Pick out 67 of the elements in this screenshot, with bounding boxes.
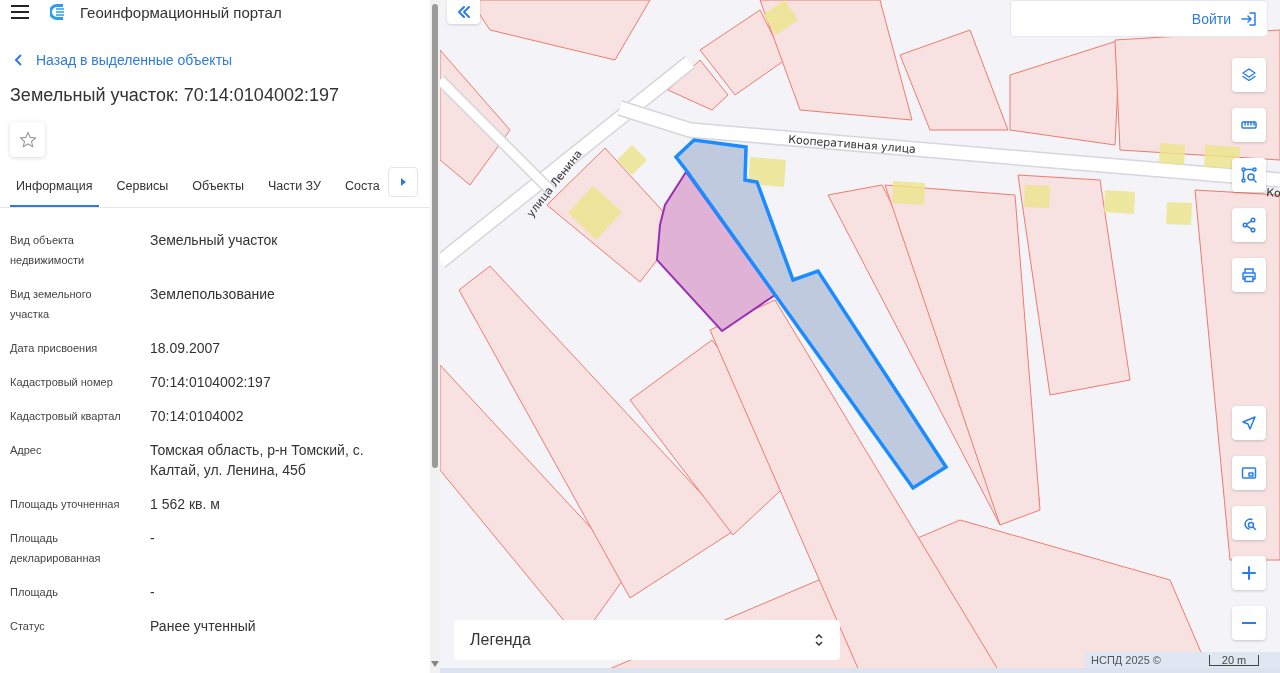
street-label: Ко: [1265, 186, 1280, 201]
collapse-panel-button[interactable]: [447, 0, 480, 24]
attribute-label: Вид земельного участка: [10, 287, 93, 322]
attribute-value: 1 562 кв. м: [150, 495, 221, 514]
login-icon: [1241, 10, 1257, 27]
attribute-value: Томская область, р-н Томский, с. Калтай, ул. Ленина, 45б: [150, 441, 365, 480]
legend-dropdown[interactable]: Легенда: [454, 620, 840, 660]
tab[interactable]: Части ЗУ: [261, 173, 327, 207]
double-chevron-left-icon: [455, 4, 472, 20]
tabs-next-button[interactable]: [387, 167, 418, 197]
attribute-value: -: [150, 529, 156, 548]
minus-icon: [1242, 622, 1256, 624]
scroll-down-arrow-icon[interactable]: [431, 661, 439, 667]
tab[interactable]: Объекты: [186, 173, 250, 207]
attribute-value: -: [150, 583, 156, 602]
attribute-value: Землепользование: [150, 285, 276, 304]
attribute-label: Площадь: [10, 585, 59, 600]
layers-button[interactable]: [1232, 58, 1266, 92]
select-search-icon: [1241, 167, 1257, 183]
logo-icon: [50, 4, 66, 20]
print-button[interactable]: [1232, 258, 1266, 292]
menu-icon[interactable]: [10, 4, 30, 20]
share-button[interactable]: [1232, 208, 1266, 242]
login-button[interactable]: Войти: [1010, 0, 1268, 37]
attribute-label: Кадастровый квартал: [10, 409, 122, 424]
portal-title: Геоинформационный портал: [80, 3, 282, 21]
attribute-value: 70:14:0104002: [150, 407, 245, 426]
scrollbar[interactable]: [430, 0, 440, 673]
caret-right-icon: [399, 178, 406, 186]
attribute-value: Ранее учтенный: [150, 617, 257, 636]
tab[interactable]: Соста: [339, 173, 386, 207]
object-title: Земельный участок: 70:14:0104002:197: [10, 85, 340, 106]
ruler-button[interactable]: [1232, 108, 1266, 142]
scale-bar: 20 m: [1209, 654, 1259, 666]
favorite-button[interactable]: [10, 122, 45, 157]
star-icon: [18, 130, 37, 149]
location-search-icon: [1241, 515, 1257, 531]
attribute-label: Вид объекта недвижимости: [10, 233, 86, 268]
attribute-label: Статус: [10, 619, 46, 634]
tab[interactable]: Сервисы: [110, 173, 175, 207]
attribute-value: 70:14:0104002:197: [150, 373, 272, 392]
back-link[interactable]: Назад в выделенные объекты: [0, 52, 430, 68]
location-search-button[interactable]: [1232, 506, 1266, 540]
attribute-value: Земельный участок: [150, 231, 279, 250]
attribute-label: Адрес: [10, 443, 43, 458]
attribute-label: Площадь декларированная: [10, 531, 102, 566]
navigation-button[interactable]: [1232, 406, 1266, 440]
tab[interactable]: Информация: [10, 173, 99, 207]
zoom-in-button[interactable]: [1232, 556, 1266, 590]
up-down-chevron-icon: [814, 632, 824, 648]
share-icon: [1241, 217, 1257, 233]
attribute-value: 18.09.2007: [150, 339, 222, 358]
navigation-arrow-icon: [1241, 415, 1257, 431]
attribute-label: Дата присвоения: [10, 341, 99, 356]
print-icon: [1241, 267, 1257, 283]
attribute-label: Площадь уточненная: [10, 497, 121, 512]
attribution-text: НСПД 2025 ©: [1090, 654, 1162, 666]
adjacent-parcel[interactable]: [655, 170, 777, 333]
area-select-button[interactable]: [1232, 158, 1266, 192]
minimap-button[interactable]: [1232, 456, 1266, 490]
layers-icon: [1241, 67, 1257, 83]
minimap-icon: [1241, 465, 1257, 481]
zoom-out-button[interactable]: [1232, 606, 1266, 640]
street-label: Кооперативная улица: [787, 133, 917, 157]
plus-icon: [1241, 565, 1257, 581]
chevron-left-icon: [14, 54, 24, 66]
attribute-label: Кадастровый номер: [10, 375, 114, 390]
